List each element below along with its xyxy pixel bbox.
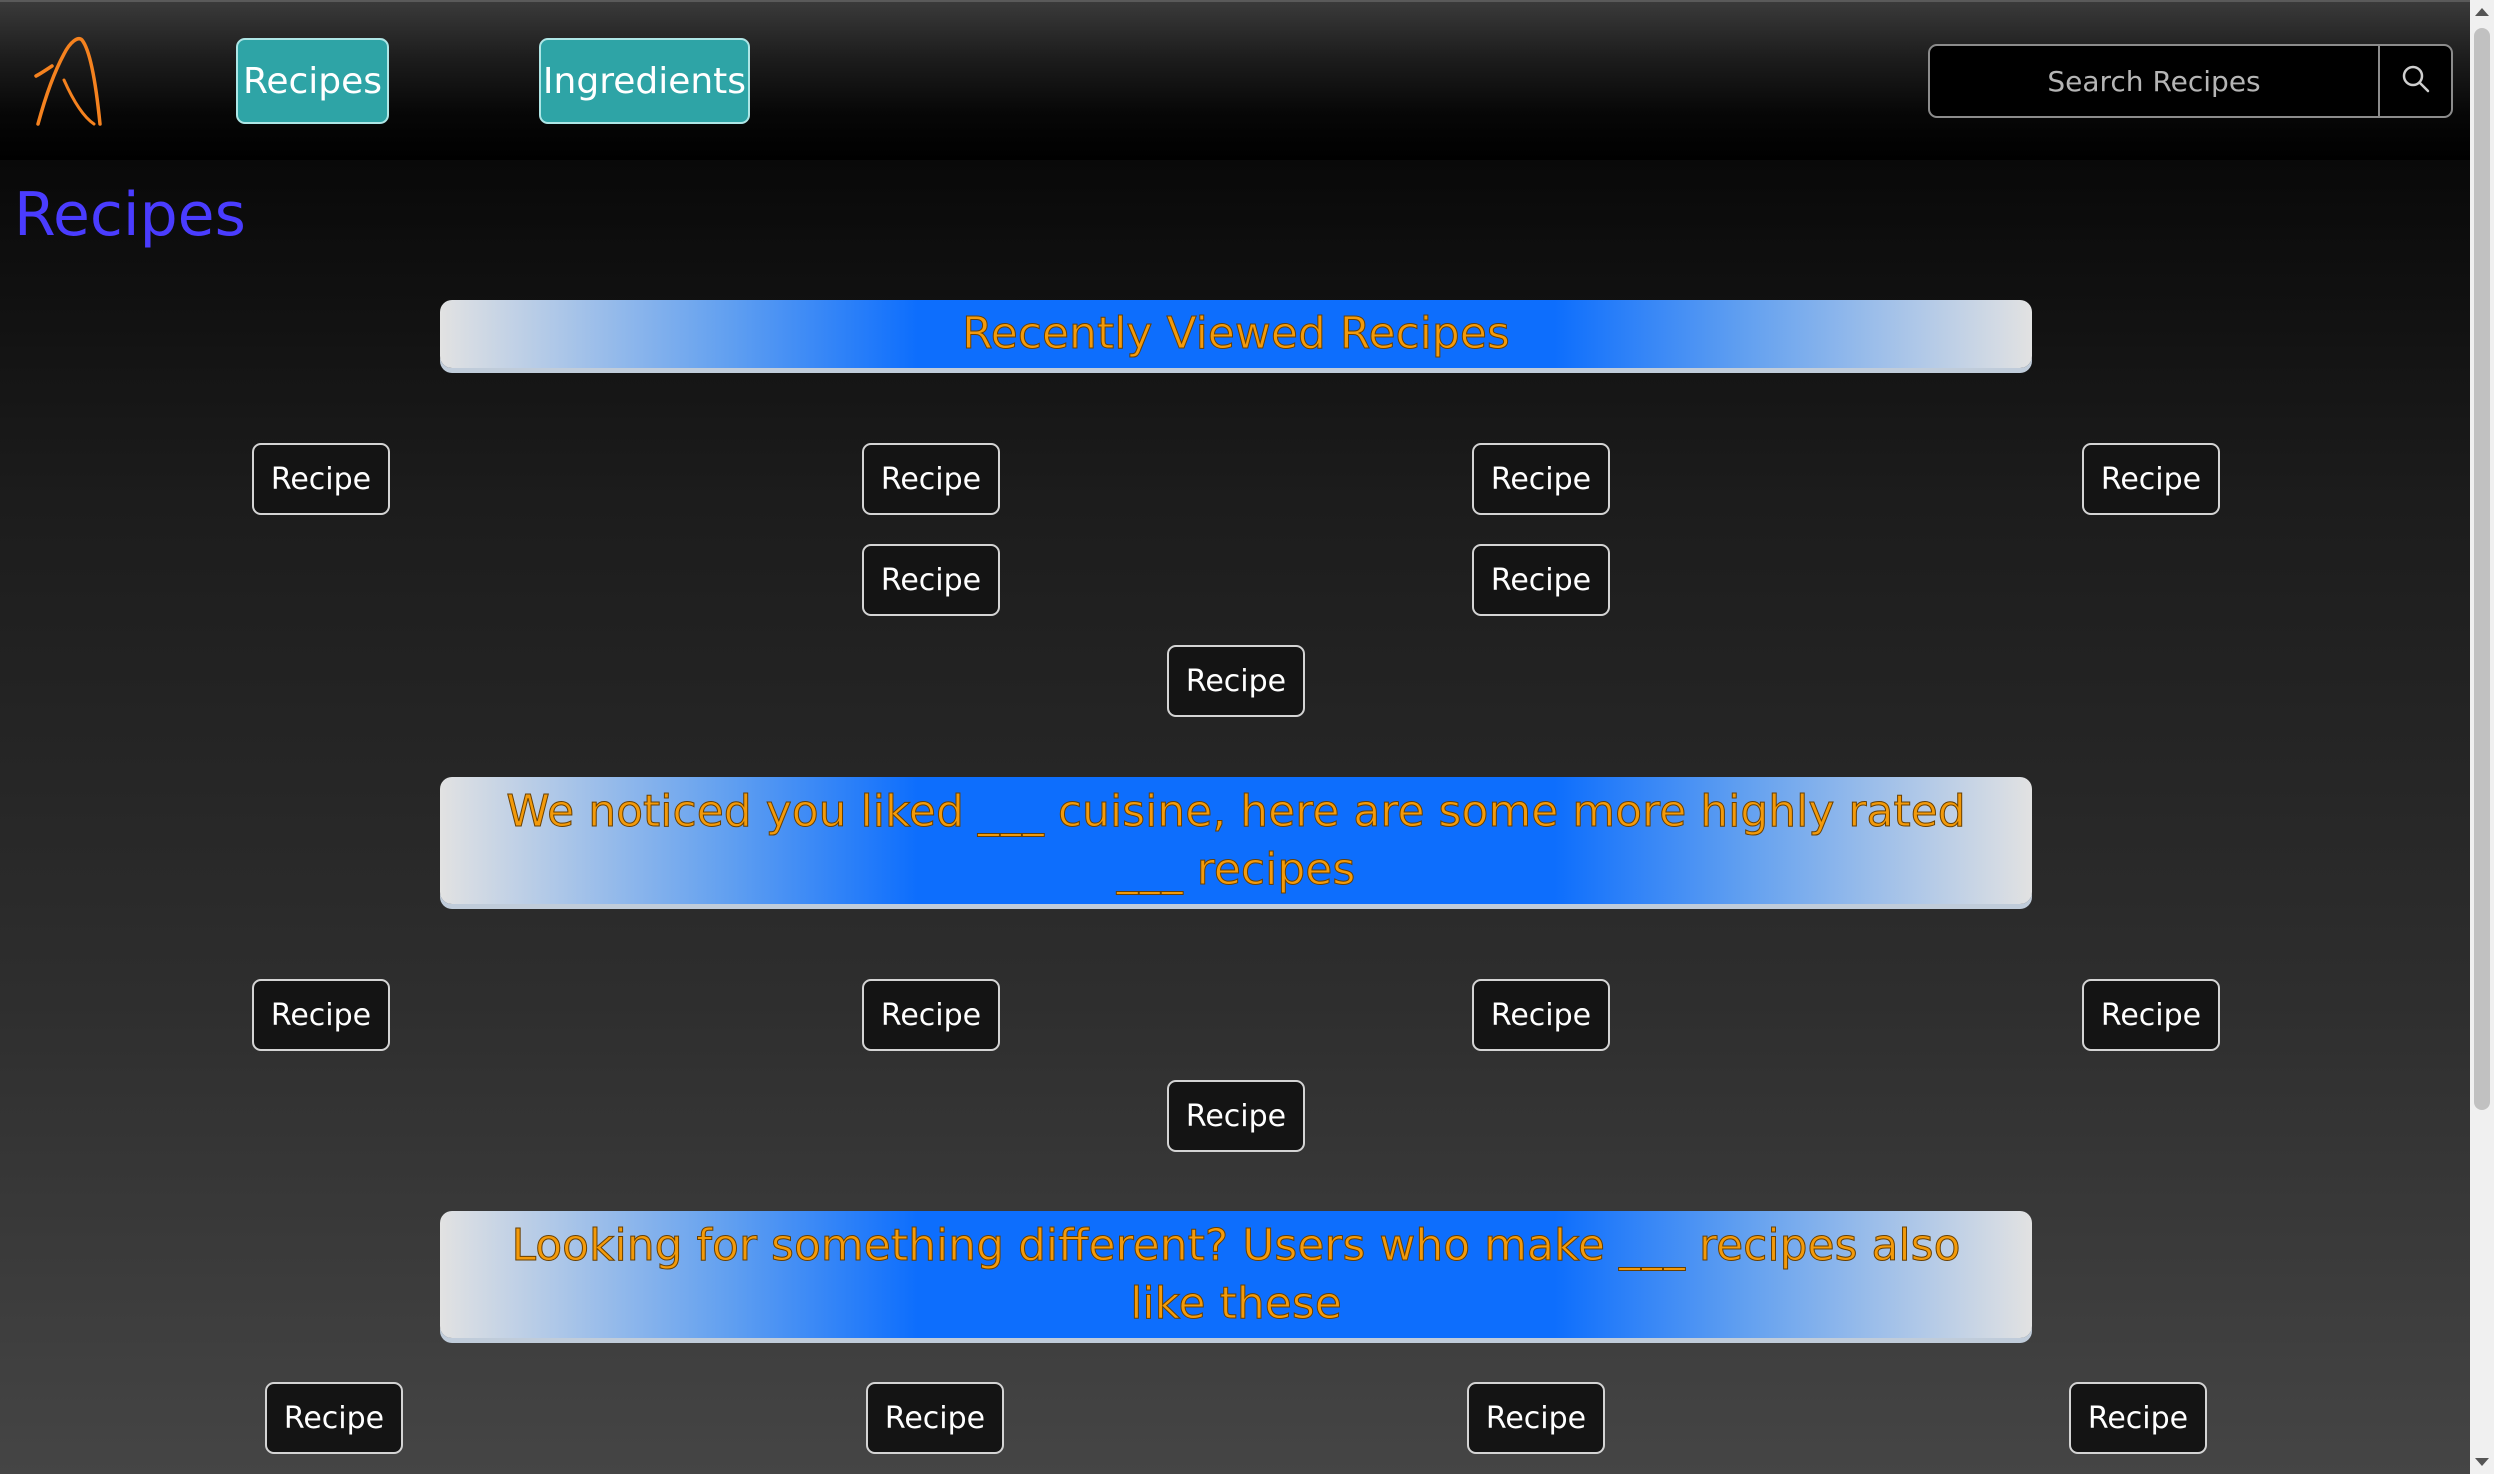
- recipe-card-button[interactable]: Recipe: [866, 1382, 1004, 1454]
- a-logo-icon[interactable]: [30, 32, 130, 132]
- recipe-card-button[interactable]: Recipe: [1167, 645, 1305, 717]
- recipe-card-button[interactable]: Recipe: [1167, 1080, 1305, 1152]
- recipe-card-button[interactable]: Recipe: [2082, 979, 2220, 1051]
- section-heading-similar-users: Looking for something different? Users w…: [440, 1211, 2032, 1338]
- section-heading-cuisine-recommendations: We noticed you liked ___ cuisine, here a…: [440, 777, 2032, 904]
- recipe-card-button[interactable]: Recipe: [1472, 544, 1610, 616]
- vertical-scrollbar[interactable]: [2470, 0, 2494, 1474]
- recipe-card-button[interactable]: Recipe: [1472, 443, 1610, 515]
- search-icon: [2400, 63, 2432, 99]
- search-box: [1928, 44, 2453, 118]
- search-input[interactable]: [1930, 46, 2378, 116]
- recipe-card-button[interactable]: Recipe: [1467, 1382, 1605, 1454]
- recipe-card-button[interactable]: Recipe: [862, 544, 1000, 616]
- recipe-card-button[interactable]: Recipe: [252, 443, 390, 515]
- page-title: Recipes: [14, 180, 246, 250]
- recipe-card-button[interactable]: Recipe: [265, 1382, 403, 1454]
- recipe-card-button[interactable]: Recipe: [252, 979, 390, 1051]
- recipe-card-button[interactable]: Recipe: [862, 979, 1000, 1051]
- search-button[interactable]: [2378, 46, 2451, 116]
- scroll-up-arrow-icon[interactable]: [2475, 8, 2489, 16]
- recipe-card-button[interactable]: Recipe: [1472, 979, 1610, 1051]
- recipe-card-button[interactable]: Recipe: [2069, 1382, 2207, 1454]
- navbar: Recipes Ingredients: [0, 2, 2470, 160]
- page-content: Recipes Ingredients Recipes Recently Vie…: [0, 0, 2470, 1474]
- section-heading-recently-viewed: Recently Viewed Recipes: [440, 300, 2032, 368]
- recipe-card-button[interactable]: Recipe: [862, 443, 1000, 515]
- nav-ingredients-button[interactable]: Ingredients: [539, 38, 750, 124]
- scrollbar-thumb[interactable]: [2474, 28, 2490, 1110]
- recipe-card-button[interactable]: Recipe: [2082, 443, 2220, 515]
- nav-recipes-button[interactable]: Recipes: [236, 38, 389, 124]
- scroll-down-arrow-icon[interactable]: [2475, 1458, 2489, 1466]
